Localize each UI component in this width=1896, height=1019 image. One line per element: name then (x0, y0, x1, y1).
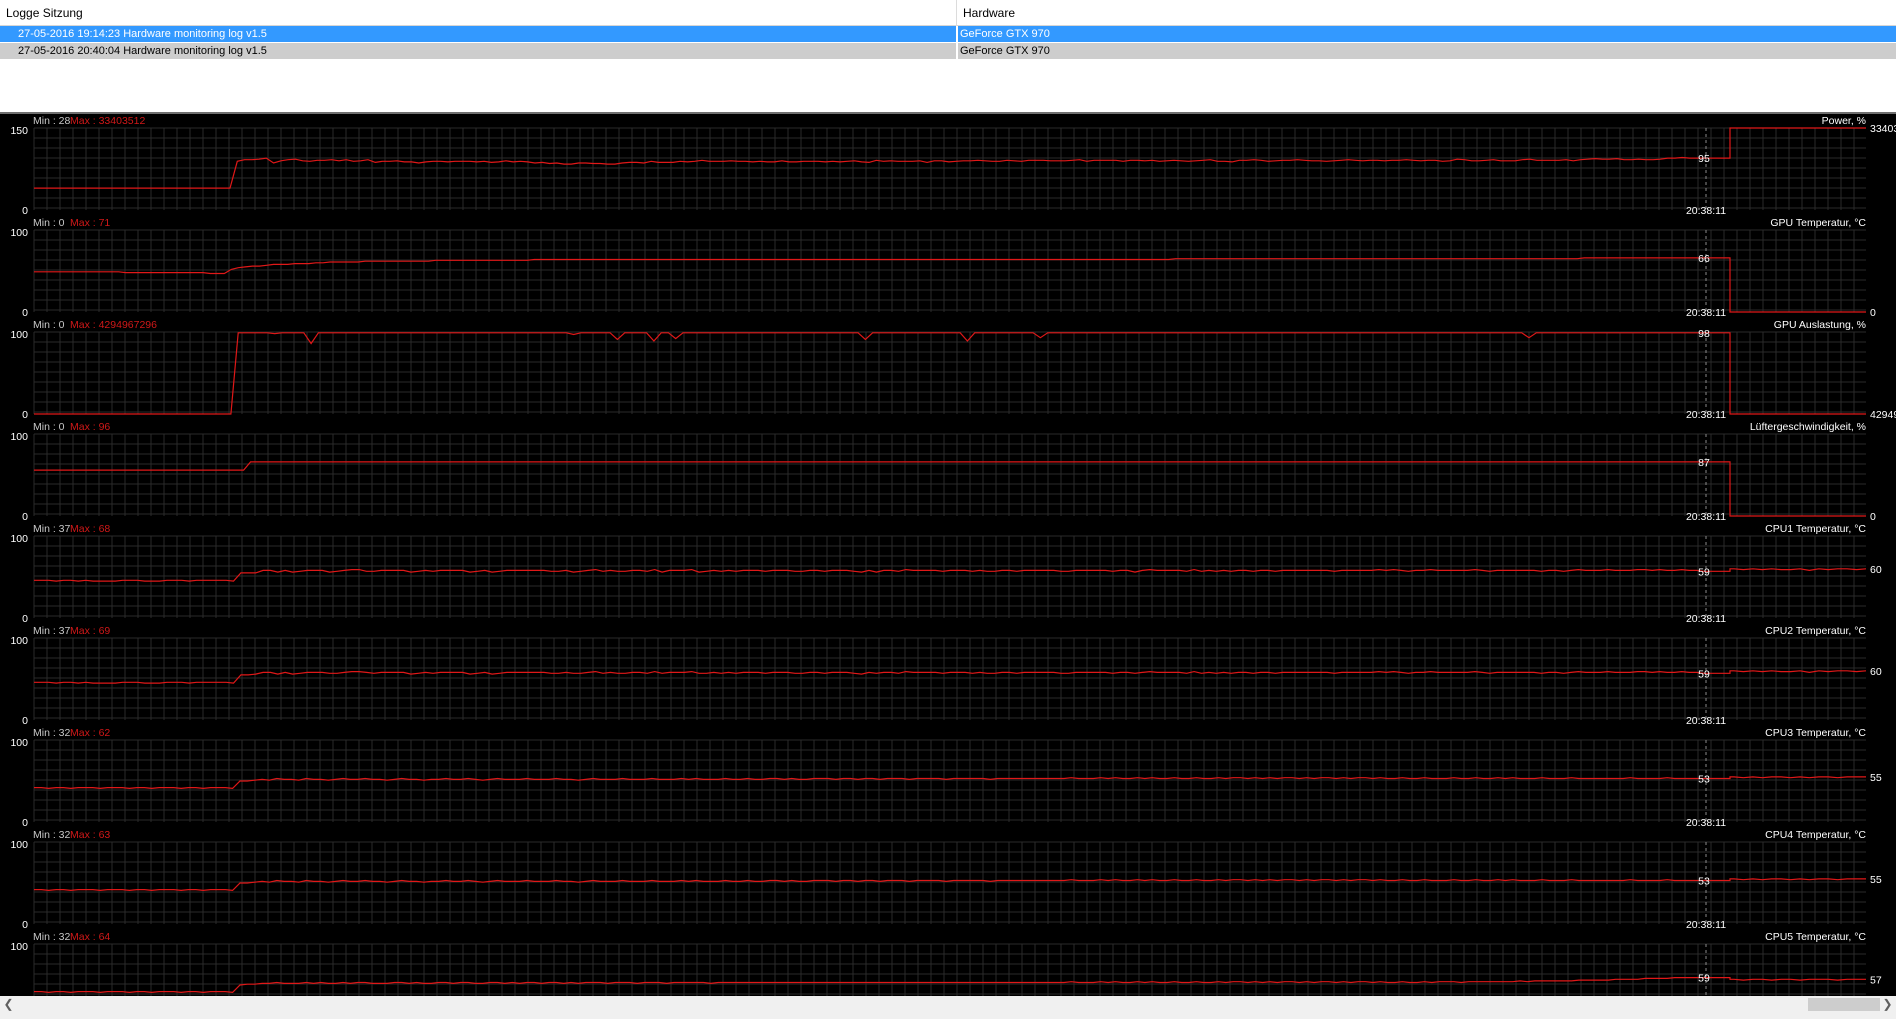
graph-max-label: Max : 69 (70, 625, 110, 637)
series-line (34, 878, 1866, 892)
y-axis-max-label: 150 (10, 125, 28, 137)
graph-max-label: Max : 64 (70, 931, 110, 943)
cursor-value-label: 95 (1698, 153, 1710, 165)
session-row-1[interactable]: 27-05-2016 19:14:23 Hardware monitoring … (0, 26, 1896, 42)
graph-title: CPU4 Temperatur, °C (1765, 829, 1866, 841)
y-axis-min-label: 0 (22, 919, 28, 931)
cursor-time-label: 20:38:11 (1686, 205, 1726, 217)
graph-canvas[interactable]: Min : 28 Max : 33403512 Power, % 150 0 20:38:… (0, 114, 1896, 996)
y-axis-max-label: 100 (10, 227, 28, 239)
scroll-left-arrow-icon[interactable]: ❮ (0, 996, 17, 1013)
hardware-cell: GeForce GTX 970 (960, 28, 1050, 40)
cursor-value-label: 98 (1698, 328, 1710, 340)
y-axis-min-label: 0 (22, 409, 28, 421)
y-axis-min-label: 0 (22, 307, 28, 319)
cursor-value-label: 59 (1698, 566, 1710, 578)
y-axis-max-label: 100 (10, 941, 28, 953)
graph-title: Lüftergeschwindigkeit, % (1750, 421, 1866, 433)
session-row-2[interactable]: 27-05-2016 20:40:04 Hardware monitoring … (0, 43, 1896, 59)
graph-title: Power, % (1822, 115, 1866, 127)
graph-max-label: Max : 63 (70, 829, 110, 841)
series-line (34, 461, 1866, 517)
y-axis-max-label: 100 (10, 737, 28, 749)
current-value-label: 42949 (1870, 409, 1896, 421)
monitoring-graph-panel[interactable]: Min : 28 Max : 33403512 Power, % 150 0 20:38:… (0, 112, 1896, 996)
current-value-label: 60 (1870, 564, 1882, 576)
graph-title: CPU1 Temperatur, °C (1765, 523, 1866, 535)
graph-min-label: Min : 28 (33, 115, 71, 127)
column-header-hardware[interactable]: Hardware (957, 0, 1896, 26)
y-axis-min-label: 0 (22, 715, 28, 727)
graph-title: CPU5 Temperatur, °C (1765, 931, 1866, 943)
scroll-right-arrow-icon[interactable]: ❯ (1879, 996, 1896, 1013)
series-line (34, 568, 1867, 582)
graph-title: GPU Auslastung, % (1774, 319, 1866, 331)
cursor-time-label: 20:38:11 (1686, 817, 1726, 829)
graph-min-label: Min : 32 (33, 727, 71, 739)
graph-min-label: Min : 37 (33, 523, 71, 535)
current-value-label: 55 (1870, 874, 1882, 886)
cursor-time-label: 20:38:11 (1686, 511, 1726, 523)
graph-min-label: Min : 0 (33, 421, 65, 433)
cursor-value-label: 66 (1698, 253, 1710, 265)
cursor-value-label: 59 (1698, 973, 1710, 985)
graph-title: CPU2 Temperatur, °C (1765, 625, 1866, 637)
y-axis-max-label: 100 (10, 635, 28, 647)
graph-max-label: Max : 62 (70, 727, 110, 739)
session-list: Logge Sitzung Hardware 27-05-2016 19:14:… (0, 0, 1896, 112)
y-axis-min-label: 0 (22, 613, 28, 625)
horizontal-scrollbar[interactable]: ❮ ❯ (0, 996, 1896, 1013)
graph-min-label: Min : 37 (33, 625, 71, 637)
current-value-label: 0 (1870, 511, 1876, 523)
cursor-time-label: 20:38:11 (1686, 715, 1726, 727)
y-axis-max-label: 100 (10, 839, 28, 851)
column-header-session-label: Logge Sitzung (6, 6, 83, 20)
graph-min-label: Min : 32 (33, 829, 71, 841)
graph-min-label: Min : 0 (33, 217, 65, 229)
status-strip (0, 1013, 1896, 1019)
row-selector (0, 26, 14, 42)
series-line (34, 257, 1866, 313)
graph-max-label: Max : 96 (70, 421, 110, 433)
cursor-value-label: 87 (1698, 457, 1710, 469)
current-value-label: 55 (1870, 772, 1882, 784)
graph-max-label: Max : 4294967296 (70, 319, 157, 331)
cursor-time-label: 20:38:11 (1686, 613, 1726, 625)
scrollbar-thumb[interactable] (1808, 998, 1880, 1011)
series-line (34, 976, 1866, 994)
cursor-value-label: 59 (1698, 668, 1710, 680)
row-selector (0, 43, 14, 59)
current-value-label: 0 (1870, 307, 1876, 319)
cursor-time-label: 20:38:11 (1686, 409, 1726, 421)
graph-max-label: Max : 68 (70, 523, 110, 535)
current-value-label: 60 (1870, 666, 1882, 678)
graph-min-label: Min : 32 (33, 931, 71, 943)
graph-max-label: Max : 33403512 (70, 115, 145, 127)
series-line (34, 670, 1867, 684)
cursor-time-label: 20:38:11 (1686, 919, 1726, 931)
column-header-session[interactable]: Logge Sitzung (0, 0, 956, 26)
cursor-value-label: 53 (1698, 774, 1710, 786)
cursor-value-label: 53 (1698, 876, 1710, 888)
y-axis-max-label: 100 (10, 431, 28, 443)
graph-max-label: Max : 71 (70, 217, 110, 229)
y-axis-max-label: 100 (10, 329, 28, 341)
session-cell: 27-05-2016 20:40:04 Hardware monitoring … (18, 45, 267, 57)
graph-title: GPU Temperatur, °C (1770, 217, 1866, 229)
y-axis-min-label: 0 (22, 205, 28, 217)
session-cell: 27-05-2016 19:14:23 Hardware monitoring … (18, 28, 267, 40)
y-axis-max-label: 100 (10, 533, 28, 545)
y-axis-min-label: 0 (22, 817, 28, 829)
y-axis-min-label: 0 (22, 511, 28, 523)
current-value-label: 57 (1870, 974, 1882, 986)
column-header-hardware-label: Hardware (963, 6, 1016, 20)
graph-min-label: Min : 0 (33, 319, 65, 331)
series-line (34, 776, 1866, 790)
cursor-time-label: 20:38:11 (1686, 307, 1726, 319)
graph-title: CPU3 Temperatur, °C (1765, 727, 1866, 739)
hardware-cell: GeForce GTX 970 (960, 45, 1050, 57)
current-value-label: 33403 (1870, 123, 1896, 135)
